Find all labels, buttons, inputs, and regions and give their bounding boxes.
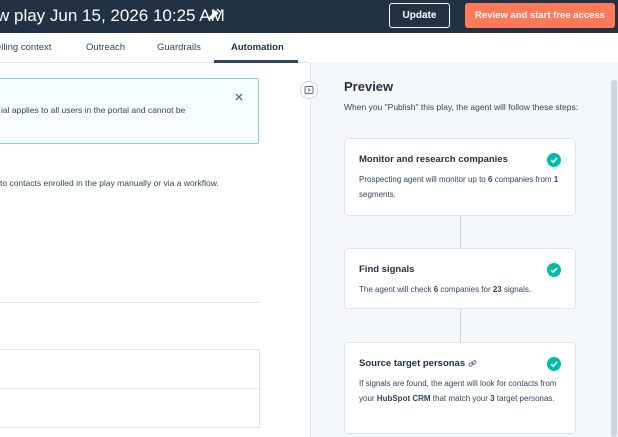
preview-scrollbar[interactable] bbox=[611, 80, 617, 437]
step-text: If signals are found, the agent will loo… bbox=[359, 379, 557, 403]
step-text: The agent will check 6 companies for 23 … bbox=[359, 285, 532, 294]
step-card-source-personas: Source target personas If signals are fo… bbox=[344, 342, 576, 434]
automation-description: to contacts enrolled in the play manuall… bbox=[0, 178, 219, 188]
step-text: Prospecting agent will monitor up to 6 c… bbox=[359, 175, 559, 199]
review-start-free-access-button[interactable]: Review and start free access bbox=[465, 3, 615, 28]
tab-outreach[interactable]: Outreach bbox=[86, 42, 125, 53]
settings-row[interactable] bbox=[0, 388, 260, 428]
tab-automation[interactable]: Automation bbox=[231, 42, 284, 53]
step-card-find-signals: Find signals The agent will check 6 comp… bbox=[344, 248, 576, 309]
step-title: Monitor and research companies bbox=[359, 154, 508, 165]
pencil-icon[interactable] bbox=[207, 8, 221, 22]
collapse-panel-icon[interactable] bbox=[300, 81, 318, 99]
step-connector bbox=[460, 309, 461, 342]
tab-selling-context[interactable]: elling context bbox=[0, 42, 51, 53]
info-notice: ial applies to all users in the portal a… bbox=[0, 78, 259, 144]
step-connector bbox=[460, 216, 461, 248]
notice-text: ial applies to all users in the portal a… bbox=[1, 105, 186, 115]
play-title: w play Jun 15, 2026 10:25 AM bbox=[0, 6, 225, 25]
step-title: Find signals bbox=[359, 264, 415, 275]
active-tab-indicator bbox=[214, 60, 298, 63]
check-icon bbox=[547, 357, 561, 371]
link-icon[interactable] bbox=[468, 359, 477, 368]
tab-bar: elling context Outreach Guardrails Autom… bbox=[0, 33, 310, 63]
close-icon[interactable] bbox=[233, 90, 245, 102]
tab-guardrails[interactable]: Guardrails bbox=[157, 42, 201, 53]
step-title: Source target personas bbox=[359, 358, 477, 369]
step-card-monitor: Monitor and research companies Prospecti… bbox=[344, 138, 576, 216]
preview-title: Preview bbox=[344, 79, 394, 94]
check-icon bbox=[547, 153, 561, 167]
update-button[interactable]: Update bbox=[389, 3, 450, 28]
section-divider bbox=[0, 302, 260, 303]
check-icon bbox=[547, 263, 561, 277]
settings-row[interactable] bbox=[0, 349, 260, 389]
top-header: w play Jun 15, 2026 10:25 AM Update Revi… bbox=[0, 0, 618, 33]
preview-description: When you "Publish" this play, the agent … bbox=[344, 102, 579, 112]
